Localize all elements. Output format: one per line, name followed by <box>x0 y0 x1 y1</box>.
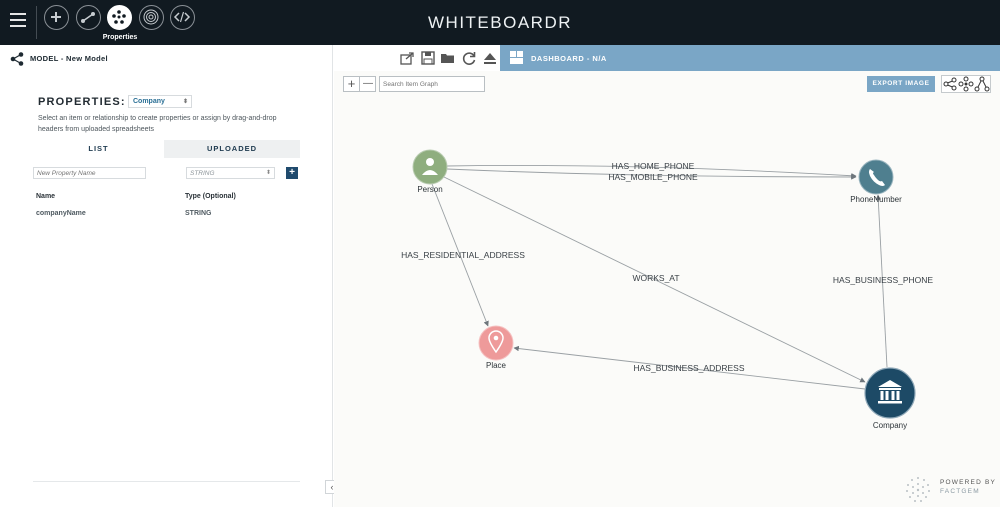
edge-label[interactable]: HAS_BUSINESS_ADDRESS <box>633 363 744 373</box>
powered-by: POWERED BY FACTGEM <box>940 478 1000 496</box>
graph-canvas[interactable]: HAS_HOME_PHONE HAS_MOBILE_PHONE HAS_RESI… <box>334 71 1000 507</box>
graph-layout-icon[interactable] <box>942 76 958 92</box>
zoom-out-button[interactable]: — <box>360 77 376 91</box>
properties-help-text: Select an item or relationship to create… <box>38 115 277 133</box>
edge-label[interactable]: WORKS_AT <box>632 273 679 283</box>
node-person[interactable]: Person <box>412 149 448 194</box>
node-label: Place <box>486 361 507 370</box>
layout-button-group <box>941 75 991 93</box>
save-icon[interactable] <box>420 50 436 66</box>
edge-label[interactable]: HAS_MOBILE_PHONE <box>608 172 698 182</box>
node-phonenumber[interactable]: PhoneNumber <box>850 159 902 204</box>
refresh-icon[interactable] <box>461 50 477 66</box>
tab-uploaded[interactable]: UPLOADED <box>164 140 300 158</box>
item-type-select[interactable]: Company ⬍ <box>128 95 192 108</box>
dashboard-grid-icon[interactable] <box>510 51 523 64</box>
edge-label[interactable]: HAS_HOME_PHONE <box>612 161 695 171</box>
export-model-icon[interactable] <box>399 50 415 66</box>
zoom-in-button[interactable]: + <box>344 77 360 91</box>
model-panel: MODEL - New Model PROPERTIES: Company ⬍ … <box>0 45 496 507</box>
powered-by-label: POWERED BY <box>940 479 997 486</box>
property-type-select[interactable]: STRING ⬍ <box>186 167 275 179</box>
new-property-name-input[interactable] <box>33 167 146 179</box>
app-title: WHITEBOARDR <box>428 13 572 32</box>
export-image-button[interactable]: EXPORT IMAGE <box>867 76 935 92</box>
property-row-name[interactable]: companyName <box>36 210 86 217</box>
property-row-type[interactable]: STRING <box>185 210 211 217</box>
grid-layout-icon[interactable] <box>958 76 974 92</box>
property-tabs: LIST UPLOADED <box>33 140 300 158</box>
add-property-button[interactable]: + <box>286 167 298 179</box>
zoom-controls: + — <box>343 76 376 92</box>
upload-icon[interactable] <box>482 50 498 66</box>
node-company[interactable]: Company <box>864 367 916 430</box>
model-bar: MODEL - New Model <box>0 45 496 71</box>
node-place[interactable]: Place <box>478 325 514 370</box>
brand-name: FACTGEM <box>940 488 980 495</box>
tab-list[interactable]: LIST <box>33 140 164 158</box>
property-type-value: STRING <box>190 170 215 177</box>
edge-label[interactable]: HAS_RESIDENTIAL_ADDRESS <box>401 250 525 260</box>
top-bar: Properties WHITEBOARDR <box>0 0 1000 45</box>
active-tool-label: Properties <box>102 34 138 41</box>
search-item-graph-input[interactable] <box>379 76 485 92</box>
tree-layout-icon[interactable] <box>974 76 990 92</box>
item-type-value: Company <box>133 98 165 105</box>
open-folder-icon[interactable] <box>440 50 456 66</box>
graph-svg[interactable]: HAS_HOME_PHONE HAS_MOBILE_PHONE HAS_RESI… <box>334 71 1000 507</box>
select-arrows-icon: ⬍ <box>265 170 271 176</box>
dashboard-bar: DASHBOARD - N/A <box>500 45 1000 71</box>
node-label: Person <box>417 185 442 194</box>
model-title: MODEL - New Model <box>30 54 108 63</box>
divider <box>33 481 300 482</box>
column-header-type: Type (Optional) <box>185 193 236 200</box>
factgem-logo-icon <box>906 477 930 502</box>
node-label: PhoneNumber <box>850 195 902 204</box>
edge-label[interactable]: HAS_BUSINESS_PHONE <box>833 275 933 285</box>
column-header-name: Name <box>36 193 56 200</box>
share-icon[interactable] <box>10 52 24 66</box>
properties-heading: PROPERTIES: <box>38 96 126 108</box>
node-label: Company <box>873 421 907 430</box>
select-arrows-icon: ⬍ <box>182 99 188 105</box>
dashboard-title: DASHBOARD - N/A <box>531 54 607 63</box>
